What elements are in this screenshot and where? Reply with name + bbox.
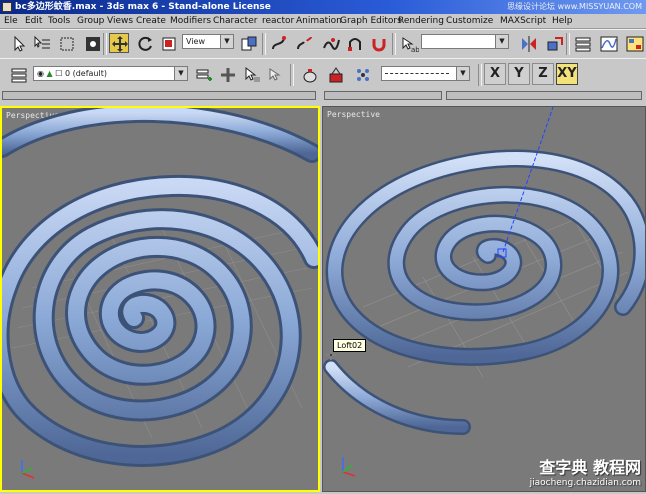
layer-name: 0 (default) [64, 69, 107, 78]
unlink-selection-icon[interactable] [294, 33, 314, 53]
layer-properties-icon[interactable] [8, 64, 28, 84]
timeline-slider-middle[interactable] [324, 91, 442, 100]
spiral-scene-right [323, 107, 645, 477]
snap-toggle-icon[interactable] [344, 33, 364, 53]
viewport-perspective-right[interactable]: Perspective 查字典 教程网 jiaocheng.chazidian.… [322, 106, 646, 492]
select-and-link-icon[interactable] [268, 33, 288, 53]
axis-xy-button[interactable]: XY [556, 63, 578, 85]
timeline-slider-right[interactable] [446, 91, 642, 100]
menu-maxscript[interactable]: MAXScript [500, 14, 546, 28]
timeline-slider-left[interactable] [2, 91, 316, 100]
axis-tripod-left [21, 460, 35, 479]
menu-group[interactable]: Group [77, 14, 104, 28]
freeze-icon: ▲ [46, 69, 53, 78]
axis-x-button[interactable]: X [484, 63, 506, 85]
menu-modifiers[interactable]: Modifiers [170, 14, 211, 28]
watermark-url: jiaocheng.chazidian.com [529, 478, 641, 488]
spiral-scene-left [2, 108, 318, 479]
menu-bar: Ele Edit Tools Group Views Create Modifi… [0, 14, 646, 29]
reference-coordinate-dropdown[interactable]: View ▼ [182, 34, 234, 49]
line-style-dropdown[interactable]: ▼ [381, 66, 470, 81]
chevron-down-icon: ▼ [495, 35, 508, 48]
chevron-down-icon: ▼ [456, 67, 469, 80]
svg-text:ab: ab [411, 46, 419, 54]
named-selection-dropdown[interactable]: ▼ [421, 34, 509, 49]
select-object-icon[interactable] [8, 33, 28, 53]
menu-views[interactable]: Views [107, 14, 133, 28]
select-and-scale-icon[interactable] [158, 33, 178, 53]
menu-help[interactable]: Help [552, 14, 573, 28]
chevron-down-icon: ▼ [174, 67, 187, 80]
menu-create[interactable]: Create [136, 14, 166, 28]
select-and-rotate-icon[interactable] [134, 33, 154, 53]
align-icon[interactable] [544, 33, 564, 53]
menu-edit[interactable]: Edit [25, 14, 42, 28]
select-and-move-icon[interactable] [109, 33, 129, 53]
window-crossing-icon[interactable] [82, 33, 102, 53]
curve-editor-icon[interactable] [598, 33, 618, 53]
render-setup-icon[interactable] [325, 64, 345, 84]
select-by-name-icon[interactable] [31, 33, 51, 53]
select-in-layer-icon[interactable] [241, 64, 261, 84]
set-current-layer-icon[interactable] [265, 64, 285, 84]
menu-graph-editors[interactable]: Graph Editors [340, 14, 402, 28]
create-layer-icon[interactable] [193, 64, 213, 84]
tea-pot-render-icon[interactable] [299, 64, 319, 84]
menu-character[interactable]: Character [213, 14, 257, 28]
window-title: bc多边形蚊香.max - 3ds max 6 - Stand-alone Li… [15, 2, 271, 12]
app-icon[interactable] [2, 2, 12, 12]
particle-view-icon[interactable] [352, 64, 372, 84]
menu-reactor[interactable]: reactor [262, 14, 294, 28]
menu-customize[interactable]: Customize [446, 14, 493, 28]
object-tooltip: Loft02 [333, 339, 367, 352]
chevron-down-icon: ▼ [220, 35, 233, 48]
watermark-brand: 查字典 教程网 [539, 458, 641, 477]
reference-coordinate-value: View [186, 37, 205, 46]
watermark-bottom: 查字典 教程网 jiaocheng.chazidian.com [530, 454, 641, 488]
viewport-perspective-left[interactable]: Perspective [0, 106, 320, 492]
pivot-center-icon[interactable] [238, 33, 258, 53]
layer-manager-icon[interactable] [572, 33, 592, 53]
axis-z-button[interactable]: Z [532, 63, 554, 85]
schematic-view-icon[interactable] [624, 33, 644, 53]
axis-tripod-right [342, 457, 356, 477]
menu-tools[interactable]: Tools [48, 14, 70, 28]
layer-dropdown[interactable]: ◉ ▲ ☐ 0 (default) ▼ [33, 66, 188, 81]
menu-file[interactable]: Ele [4, 14, 18, 28]
magnet-snap-icon[interactable] [368, 33, 388, 53]
viewport-header-strip [0, 88, 646, 104]
menu-animation[interactable]: Animation [296, 14, 342, 28]
main-toolbar: View ▼ ab ▼ [0, 29, 646, 59]
eye-icon: ◉ [37, 69, 44, 78]
named-selection-icon[interactable]: ab [398, 33, 419, 54]
menu-rendering[interactable]: Rendering [398, 14, 444, 28]
axis-y-button[interactable]: Y [508, 63, 530, 85]
bind-to-space-warp-icon[interactable] [320, 33, 340, 53]
title-bar: bc多边形蚊香.max - 3ds max 6 - Stand-alone Li… [0, 0, 646, 14]
mirror-icon[interactable] [518, 33, 538, 53]
watermark-top: 思缘设计论坛 www.MISSYUAN.COM [507, 2, 642, 11]
layer-toolbar: ◉ ▲ ☐ 0 (default) ▼ ▼ X Y Z XY [0, 58, 646, 90]
layer-color-icon: ☐ [55, 69, 63, 78]
rectangular-selection-icon[interactable] [56, 33, 76, 53]
add-to-layer-icon[interactable] [217, 64, 237, 84]
line-style-preview [385, 73, 449, 74]
